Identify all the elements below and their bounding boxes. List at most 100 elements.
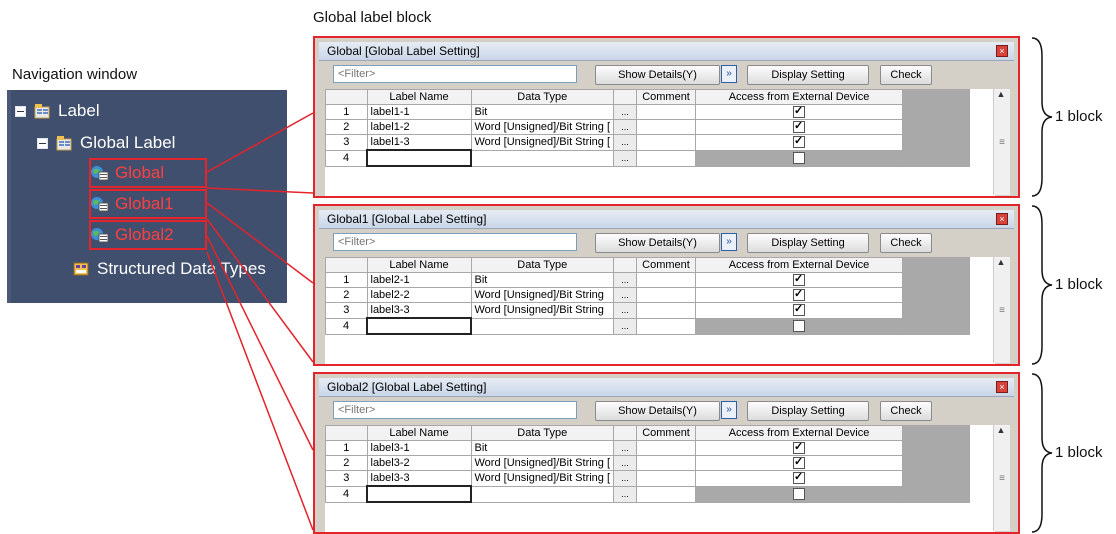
- scroll-grip-icon[interactable]: ≡: [997, 305, 1007, 317]
- access-cell[interactable]: [695, 149, 904, 167]
- data-type-browse-button[interactable]: ...: [613, 470, 638, 487]
- column-header-data-type[interactable]: Data Type: [470, 89, 615, 105]
- scroll-up-icon[interactable]: ▲: [994, 425, 1008, 439]
- show-details-button[interactable]: Show Details(Y): [595, 233, 720, 253]
- table-row[interactable]: 4...: [325, 485, 971, 503]
- collapse-icon[interactable]: [37, 137, 48, 149]
- column-header-comment[interactable]: Comment: [636, 89, 697, 105]
- table-row[interactable]: 2 label3-2 Word [Unsigned]/Bit String [...: [325, 455, 971, 471]
- access-checkbox[interactable]: [793, 471, 806, 485]
- label-name-cell[interactable]: label3-1: [366, 440, 472, 456]
- table-row[interactable]: 3 label3-3 Word [Unsigned]/Bit String...: [325, 302, 970, 319]
- table-row[interactable]: 3 label1-3 Word [Unsigned]/Bit String [...: [325, 134, 971, 151]
- label-name-cell[interactable]: label2-1: [366, 272, 472, 288]
- comment-cell[interactable]: [636, 485, 697, 503]
- comment-cell[interactable]: [636, 287, 696, 303]
- access-checkbox[interactable]: [793, 488, 806, 501]
- label-name-cell[interactable]: label1-1: [366, 104, 472, 120]
- check-button[interactable]: Check: [880, 233, 932, 253]
- access-cell[interactable]: [695, 287, 903, 303]
- access-cell[interactable]: [695, 119, 904, 135]
- column-header-access[interactable]: Access from External Device: [695, 89, 904, 105]
- data-type-browse-button[interactable]: ...: [613, 302, 637, 319]
- data-type-browse-button[interactable]: ...: [613, 287, 637, 303]
- access-checkbox[interactable]: [793, 274, 805, 287]
- access-checkbox[interactable]: [793, 289, 805, 302]
- data-type-cell[interactable]: Word [Unsigned]/Bit String: [470, 302, 614, 319]
- data-type-browse-button[interactable]: ...: [613, 317, 637, 335]
- expand-arrow-icon[interactable]: »: [721, 401, 737, 419]
- access-cell[interactable]: [695, 317, 903, 335]
- data-type-cell[interactable]: Word [Unsigned]/Bit String: [470, 287, 614, 303]
- data-type-browse-button[interactable]: ...: [613, 485, 638, 503]
- access-cell[interactable]: [695, 272, 903, 288]
- data-type-cell[interactable]: [470, 317, 614, 335]
- data-type-browse-button[interactable]: ...: [613, 149, 638, 167]
- comment-cell[interactable]: [636, 470, 697, 487]
- access-checkbox[interactable]: [793, 442, 806, 455]
- show-details-button[interactable]: Show Details(Y): [595, 401, 720, 421]
- data-type-browse-button[interactable]: ...: [613, 455, 638, 471]
- comment-cell[interactable]: [636, 104, 697, 120]
- column-header-label-name[interactable]: Label Name: [366, 89, 472, 105]
- data-type-browse-button[interactable]: ...: [613, 104, 638, 120]
- table-row[interactable]: 1 label2-1 Bit...: [325, 272, 970, 288]
- data-type-browse-button[interactable]: ...: [613, 134, 638, 151]
- filter-input[interactable]: [333, 233, 577, 251]
- table-row[interactable]: 2 label1-2 Word [Unsigned]/Bit String [...: [325, 119, 971, 135]
- column-header-comment[interactable]: Comment: [636, 425, 697, 441]
- table-row[interactable]: 3 label3-3 Word [Unsigned]/Bit String [...: [325, 470, 971, 487]
- display-setting-button[interactable]: Display Setting: [747, 65, 869, 85]
- data-type-cell[interactable]: Word [Unsigned]/Bit String [: [470, 470, 615, 487]
- table-row[interactable]: 1 label3-1 Bit...: [325, 440, 971, 456]
- tree-item-label[interactable]: Label: [15, 98, 100, 124]
- access-cell[interactable]: [695, 302, 903, 319]
- check-button[interactable]: Check: [880, 401, 932, 421]
- column-header-access[interactable]: Access from External Device: [695, 425, 904, 441]
- comment-cell[interactable]: [636, 440, 697, 456]
- access-cell[interactable]: [695, 470, 904, 487]
- column-header-data-type[interactable]: Data Type: [470, 425, 615, 441]
- access-cell[interactable]: [695, 134, 904, 151]
- filter-input[interactable]: [333, 401, 577, 419]
- comment-cell[interactable]: [636, 149, 697, 167]
- table-row[interactable]: 2 label2-2 Word [Unsigned]/Bit String...: [325, 287, 970, 303]
- vertical-scrollbar[interactable]: ▲ ≡: [993, 89, 1010, 195]
- data-type-cell[interactable]: Word [Unsigned]/Bit String [: [470, 119, 615, 135]
- comment-cell[interactable]: [636, 119, 697, 135]
- column-header-label-name[interactable]: Label Name: [366, 257, 472, 273]
- access-checkbox[interactable]: [793, 135, 806, 149]
- access-checkbox[interactable]: [793, 457, 806, 470]
- tree-item-structured-data-types[interactable]: Structured Data Types: [73, 256, 266, 282]
- access-checkbox[interactable]: [793, 320, 805, 333]
- access-cell[interactable]: [695, 104, 904, 120]
- label-name-cell[interactable]: [366, 317, 472, 335]
- label-name-cell[interactable]: label3-2: [366, 455, 472, 471]
- scroll-grip-icon[interactable]: ≡: [997, 137, 1007, 149]
- data-type-cell[interactable]: [470, 149, 615, 167]
- access-checkbox[interactable]: [793, 121, 806, 134]
- data-type-cell[interactable]: Word [Unsigned]/Bit String [: [470, 134, 615, 151]
- comment-cell[interactable]: [636, 317, 696, 335]
- comment-cell[interactable]: [636, 272, 696, 288]
- data-type-cell[interactable]: Bit: [470, 440, 615, 456]
- data-type-cell[interactable]: Bit: [470, 104, 615, 120]
- display-setting-button[interactable]: Display Setting: [747, 401, 869, 421]
- comment-cell[interactable]: [636, 302, 696, 319]
- scroll-up-icon[interactable]: ▲: [994, 257, 1008, 271]
- data-type-browse-button[interactable]: ...: [613, 119, 638, 135]
- comment-cell[interactable]: [636, 134, 697, 151]
- access-checkbox[interactable]: [793, 106, 806, 119]
- column-header-comment[interactable]: Comment: [636, 257, 696, 273]
- table-row[interactable]: 1 label1-1 Bit...: [325, 104, 971, 120]
- column-header-label-name[interactable]: Label Name: [366, 425, 472, 441]
- data-type-cell[interactable]: Bit: [470, 272, 614, 288]
- label-name-cell[interactable]: label3-3: [366, 470, 472, 487]
- label-name-cell[interactable]: label2-2: [366, 287, 472, 303]
- scroll-up-icon[interactable]: ▲: [994, 89, 1008, 103]
- expand-arrow-icon[interactable]: »: [721, 233, 737, 251]
- data-type-browse-button[interactable]: ...: [613, 440, 638, 456]
- label-name-cell[interactable]: label1-3: [366, 134, 472, 151]
- label-name-cell[interactable]: [366, 485, 472, 503]
- check-button[interactable]: Check: [880, 65, 932, 85]
